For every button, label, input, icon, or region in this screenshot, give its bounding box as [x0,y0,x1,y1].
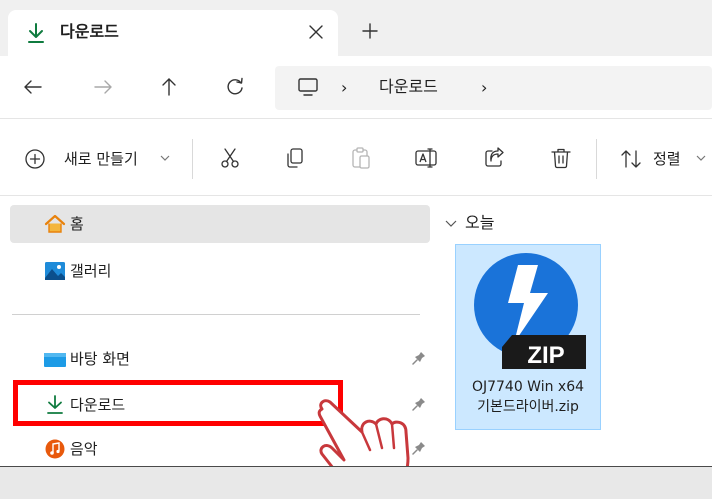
address-bar[interactable]: › 다운로드 › [275,66,712,110]
tab-strip: 다운로드 [0,0,712,56]
file-name-line: 기본드라이버.zip [477,399,579,415]
breadcrumb-separator: › [341,78,348,97]
new-button-label: 새로 만들기 [64,150,138,168]
home-icon [44,214,66,233]
share-icon[interactable] [482,146,506,170]
breadcrumb-downloads[interactable]: 다운로드 [379,77,438,97]
sort-button-label: 정렬 [653,150,681,168]
delete-icon[interactable] [549,146,573,170]
pin-icon[interactable] [412,351,426,367]
file-name-line: OJ7740 Win x64 [471,379,585,395]
up-arrow-icon[interactable] [158,76,180,98]
toolbar-separator [192,139,193,179]
zip-archive-icon: ZIP [474,253,586,369]
tab-title: 다운로드 [60,22,119,41]
chevron-down-icon [160,155,170,161]
close-icon[interactable] [308,24,324,40]
sort-icon [621,150,641,168]
chevron-down-icon [696,155,706,161]
copy-icon[interactable] [283,146,307,170]
tab-downloads[interactable]: 다운로드 [8,10,338,56]
chevron-down-icon [445,220,457,227]
sidebar-item-label: 홈 [70,215,84,233]
sidebar-item-home[interactable]: 홈 [10,205,430,243]
status-bar [0,466,712,499]
rename-icon[interactable] [414,146,438,170]
music-icon [45,439,65,459]
refresh-icon[interactable] [224,76,246,98]
file-item[interactable]: ZIP OJ7740 Win x64 기본드라이버.zip [455,244,601,430]
breadcrumb-separator[interactable]: › [481,78,487,98]
sidebar-item-label: 갤러리 [70,262,112,280]
sidebar-item-gallery[interactable]: 갤러리 [10,252,430,290]
new-tab-icon[interactable] [361,22,379,40]
cut-icon[interactable] [218,146,242,170]
sidebar-divider [12,314,420,315]
gallery-icon [45,262,65,280]
sidebar-item-label: 바탕 화면 [70,350,130,368]
download-icon [28,23,44,43]
zip-label: ZIP [527,342,564,369]
forward-arrow-icon[interactable] [92,76,114,98]
highlight-annotation [13,380,343,426]
back-arrow-icon[interactable] [22,76,44,98]
file-name: OJ7740 Win x64 기본드라이버.zip [456,377,600,417]
toolbar-separator [596,139,597,179]
paste-icon[interactable] [349,146,373,170]
sidebar-item-desktop[interactable]: 바탕 화면 [10,340,430,378]
group-header-label: 오늘 [465,213,495,232]
plus-circle-icon [25,149,45,169]
monitor-icon [298,78,318,96]
command-bar: 새로 만들기 정렬 [0,119,712,195]
address-row: › 다운로드 › [0,56,712,118]
desktop-icon [44,353,66,367]
sidebar-item-label: 음악 [70,440,98,458]
